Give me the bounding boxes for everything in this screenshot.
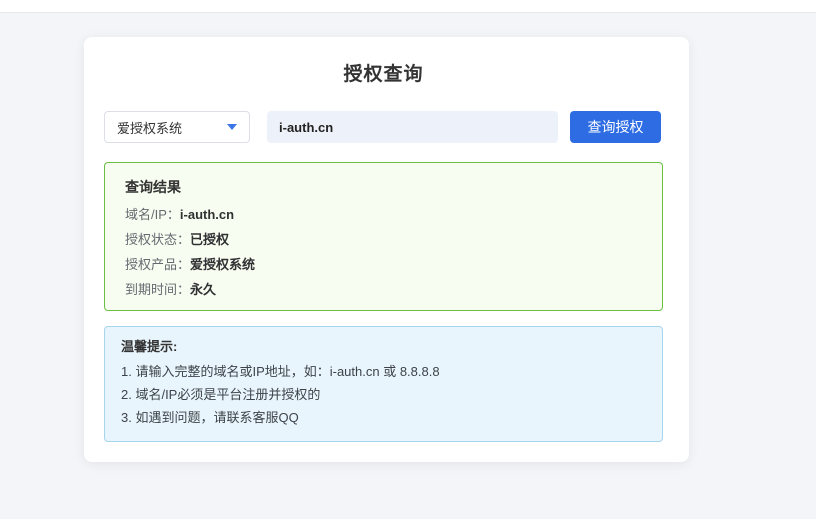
- result-row-status: 授权状态：已授权: [125, 227, 642, 252]
- result-row-label: 域名/IP：: [125, 207, 180, 222]
- product-select[interactable]: 爱授权系统: [104, 111, 250, 143]
- query-auth-button[interactable]: 查询授权: [570, 111, 661, 143]
- result-row-product: 授权产品：爱授权系统: [125, 252, 642, 277]
- result-row-label: 授权产品：: [125, 257, 190, 272]
- result-row-label: 授权状态：: [125, 232, 190, 247]
- tips-panel: 温馨提示: 1. 请输入完整的域名或IP地址，如：i-auth.cn 或 8.8…: [104, 326, 663, 442]
- result-panel: 查询结果 域名/IP：i-auth.cn 授权状态：已授权 授权产品：爱授权系统…: [104, 162, 663, 311]
- top-divider: [0, 0, 816, 13]
- result-row-value: 已授权: [190, 232, 229, 247]
- product-select-value: 爱授权系统: [117, 118, 182, 137]
- tips-panel-title: 温馨提示:: [121, 338, 646, 356]
- tip-item: 2. 域名/IP必须是平台注册并授权的: [121, 383, 646, 406]
- tip-item: 1. 请输入完整的域名或IP地址，如：i-auth.cn 或 8.8.8.8: [121, 360, 646, 383]
- query-form: 爱授权系统 查询授权: [104, 111, 663, 143]
- page-title: 授权查询: [104, 59, 663, 86]
- domain-input[interactable]: [267, 111, 558, 143]
- tip-item: 3. 如遇到问题，请联系客服QQ: [121, 406, 646, 429]
- result-row-expiry: 到期时间：永久: [125, 277, 642, 302]
- result-row-label: 到期时间：: [125, 282, 190, 297]
- chevron-down-icon: [227, 124, 237, 130]
- result-row-value: i-auth.cn: [180, 207, 234, 222]
- auth-query-card: 授权查询 爱授权系统 查询授权 查询结果 域名/IP：i-auth.cn 授权状…: [84, 37, 689, 462]
- result-row-domain: 域名/IP：i-auth.cn: [125, 202, 642, 227]
- result-row-value: 永久: [190, 282, 216, 297]
- result-row-value: 爱授权系统: [190, 257, 255, 272]
- result-panel-title: 查询结果: [125, 178, 642, 196]
